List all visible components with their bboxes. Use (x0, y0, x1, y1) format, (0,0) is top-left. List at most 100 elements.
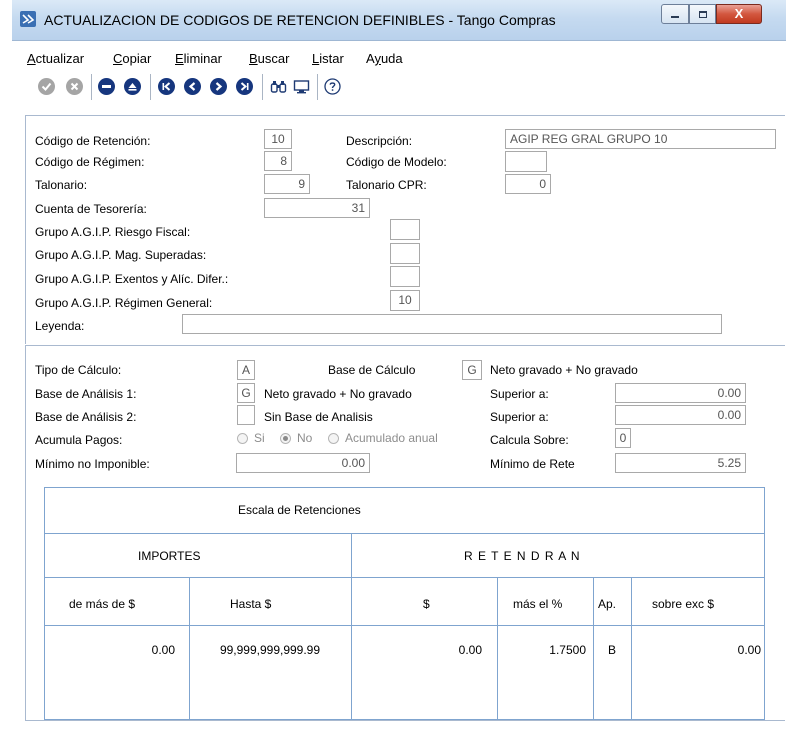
minimize-button[interactable] (661, 4, 689, 24)
grid-line (44, 577, 765, 578)
app-icon[interactable] (20, 11, 36, 27)
toolbar-separator (91, 74, 92, 100)
retendran-group-header: R E T E N D R A N (464, 549, 581, 563)
acumula-pagos-no-label: No (297, 431, 313, 445)
minimo-no-imponible-field[interactable]: 0.00 (236, 453, 370, 473)
codigo-retencion-label: Código de Retención: (35, 134, 151, 148)
importes-group-header: IMPORTES (138, 549, 201, 563)
tipo-calculo-label: Tipo de Cálculo: (35, 363, 122, 377)
leyenda-label: Leyenda: (35, 319, 85, 333)
menu-ayuda[interactable]: Ayuda (366, 51, 403, 66)
menu-label: istar (319, 51, 344, 66)
grupo-mag-field[interactable] (390, 243, 420, 264)
grupo-exentos-label: Grupo A.G.I.P. Exentos y Alíc. Difer.: (35, 272, 229, 286)
eject-icon[interactable] (124, 78, 141, 95)
cuenta-tesoreria-label: Cuenta de Tesorería: (35, 202, 147, 216)
talonario-cpr-field[interactable]: 0 (505, 174, 551, 194)
minimize-icon (662, 5, 688, 23)
talonario-field[interactable]: 9 (264, 174, 310, 194)
accept-icon[interactable] (38, 78, 55, 95)
base-calculo-field[interactable]: G (462, 360, 482, 380)
base-calculo-label: Base de Cálculo (328, 363, 416, 377)
column-header-monto: $ (423, 597, 430, 611)
calcula-sobre-field[interactable]: 0 (615, 428, 631, 448)
talonario-cpr-label: Talonario CPR: (346, 178, 427, 192)
minimo-rete-field[interactable]: 5.25 (615, 453, 746, 473)
base-analisis-1-label: Base de Análisis 1: (35, 387, 137, 401)
menu-label: liminar (183, 51, 222, 66)
superior-a-2-label: Superior a: (490, 410, 549, 424)
menu-listar[interactable]: Listar (312, 51, 344, 66)
descripcion-label: Descripción: (346, 134, 413, 148)
monitor-icon[interactable] (293, 78, 310, 95)
grid-line (351, 533, 352, 720)
toolbar-separator (317, 74, 318, 100)
window-title: ACTUALIZACION DE CODIGOS DE RETENCION DE… (44, 12, 556, 28)
maximize-icon (690, 5, 715, 23)
column-header-mas-el-porcentaje: más el % (513, 597, 563, 611)
grupo-general-field[interactable]: 10 (390, 290, 420, 311)
table-cell[interactable]: 99,999,999,999.99 (189, 643, 351, 657)
first-record-icon[interactable] (158, 78, 175, 95)
close-button[interactable]: X (716, 4, 762, 24)
table-cell[interactable]: B (593, 643, 631, 657)
minimo-rete-label: Mínimo de Rete (490, 457, 575, 471)
binoculars-search-icon[interactable] (270, 78, 287, 95)
delete-icon[interactable] (98, 78, 115, 95)
menu-label: uda (380, 51, 403, 66)
menu-copiar[interactable]: Copiar (113, 51, 151, 66)
previous-record-icon[interactable] (184, 78, 201, 95)
table-cell[interactable]: 0.00 (631, 643, 761, 657)
codigo-modelo-field[interactable] (505, 151, 547, 172)
table-cell[interactable]: 1.7500 (497, 643, 586, 657)
menu-label: uscar (257, 51, 290, 66)
acumula-pagos-si-label: Si (254, 431, 265, 445)
descripcion-field[interactable]: AGIP REG GRAL GRUPO 10 (505, 129, 776, 149)
base-analisis-2-description: Sin Base de Analisis (264, 410, 373, 424)
column-header-ap: Ap. (598, 597, 617, 611)
acumula-pagos-label: Acumula Pagos: (35, 433, 123, 447)
tipo-calculo-field[interactable]: A (237, 360, 255, 380)
menu-accel: B (249, 51, 258, 66)
superior-a-1-label: Superior a: (490, 387, 549, 401)
grupo-general-label: Grupo A.G.I.P. Régimen General: (35, 296, 213, 310)
base-analisis-2-field[interactable] (237, 405, 255, 425)
panel-divider (25, 720, 785, 721)
talonario-label: Talonario: (35, 178, 88, 192)
codigo-regimen-label: Código de Régimen: (35, 155, 145, 169)
minimo-no-imponible-label: Mínimo no Imponible: (35, 457, 150, 471)
table-cell[interactable]: 0.00 (351, 643, 482, 657)
cancel-icon[interactable] (66, 78, 83, 95)
menu-eliminar[interactable]: Eliminar (175, 51, 222, 66)
acumula-pagos-no-radio[interactable] (280, 433, 291, 444)
last-record-icon[interactable] (236, 78, 253, 95)
menu-accel: C (113, 51, 123, 66)
superior-a-2-field[interactable]: 0.00 (615, 405, 746, 425)
leyenda-field[interactable] (182, 314, 722, 334)
menu-label: opiar (122, 51, 152, 66)
base-analisis-1-field[interactable]: G (237, 383, 255, 403)
next-record-icon[interactable] (210, 78, 227, 95)
superior-a-1-field[interactable]: 0.00 (615, 383, 746, 403)
column-header-hasta: Hasta $ (230, 597, 272, 611)
grupo-mag-label: Grupo A.G.I.P. Mag. Superadas: (35, 248, 207, 262)
grupo-riesgo-field[interactable] (390, 219, 420, 240)
toolbar-separator (150, 74, 151, 100)
codigo-regimen-field[interactable]: 8 (264, 151, 292, 171)
column-header-de-mas-de: de más de $ (69, 597, 136, 611)
acumula-pagos-anual-radio[interactable] (328, 433, 339, 444)
menu-accel: A (27, 51, 36, 66)
help-icon[interactable] (324, 78, 341, 95)
acumula-pagos-si-radio[interactable] (237, 433, 248, 444)
acumula-pagos-anual-label: Acumulado anual (345, 431, 438, 445)
grupo-exentos-field[interactable] (390, 266, 420, 287)
escala-title: Escala de Retenciones (238, 503, 361, 517)
cuenta-tesoreria-field[interactable]: 31 (264, 198, 370, 218)
base-analisis-1-description: Neto gravado + No gravado (264, 387, 412, 401)
table-cell[interactable]: 0.00 (44, 643, 175, 657)
maximize-button[interactable] (689, 4, 716, 24)
codigo-retencion-field[interactable]: 10 (264, 129, 292, 149)
menu-actualizar[interactable]: Actualizar (27, 51, 84, 66)
menu-buscar[interactable]: Buscar (249, 51, 289, 66)
grupo-riesgo-label: Grupo A.G.I.P. Riesgo Fiscal: (35, 225, 191, 239)
